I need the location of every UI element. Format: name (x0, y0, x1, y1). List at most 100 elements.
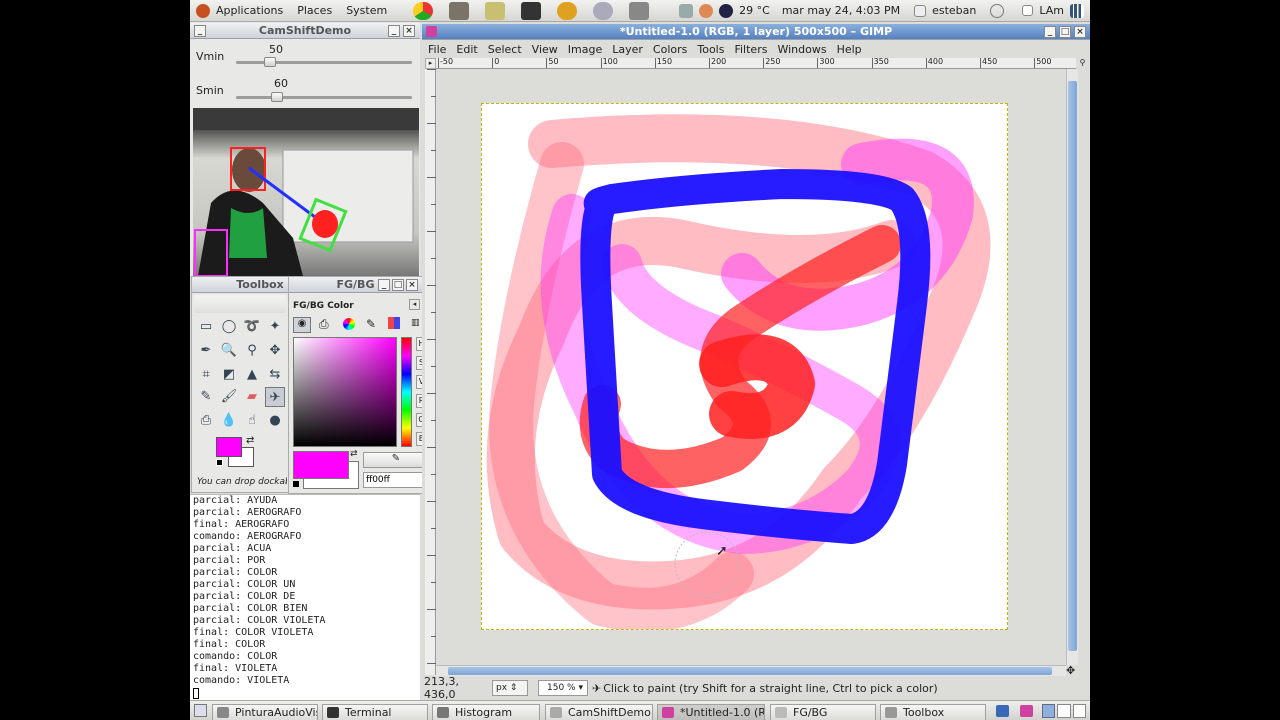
toolbox-titlebar[interactable]: Toolbox (192, 277, 288, 293)
maximize-button[interactable]: □ (1059, 26, 1071, 38)
close-button[interactable]: × (1074, 26, 1086, 38)
smin-slider-handle[interactable] (271, 92, 284, 102)
gimp-titlebar[interactable]: *Untitled-1.0 (RGB, 1 layer) 500x500 – G… (422, 24, 1090, 40)
dodge-tool-icon[interactable]: ● (265, 411, 285, 431)
swap-colors-icon[interactable]: ⇄ (246, 435, 254, 446)
minimize-button[interactable]: _ (378, 279, 390, 291)
menu-layer[interactable]: Layer (612, 43, 643, 56)
headphones-launcher-icon[interactable] (557, 1, 578, 20)
airbrush-tool-icon[interactable]: ✈ (265, 387, 285, 407)
terminal-launcher-icon[interactable] (521, 1, 542, 20)
user-name[interactable]: esteban (932, 4, 976, 17)
zoom-tool-icon[interactable]: 🔍 (219, 341, 239, 361)
blur-tool-icon[interactable]: 💧 (219, 411, 239, 431)
keyboard-layout[interactable]: LAm (1039, 4, 1064, 17)
palette-selector-icon[interactable] (388, 317, 400, 329)
horizontal-ruler[interactable]: -50 0 50 100 150 200 250 300 350 400 450 500 (436, 58, 1076, 69)
menu-select[interactable]: Select (488, 43, 522, 56)
folder-icon[interactable] (679, 3, 694, 18)
chrome-launcher-icon[interactable] (413, 1, 434, 20)
color-picker-tool-icon[interactable]: ✒ (196, 341, 216, 361)
fg-swatch[interactable] (293, 451, 349, 479)
image-canvas[interactable] (481, 103, 1008, 630)
minimize-button[interactable]: _ (1044, 26, 1056, 38)
taskbar-item[interactable]: Toolbox (880, 704, 986, 720)
gimp-selector-icon[interactable]: ◉ (293, 317, 311, 333)
panel-menu-icon[interactable]: ◂ (409, 299, 420, 310)
terminal-output[interactable]: parcial: AYUDA parcial: AEROGRAFO final: A… (190, 494, 420, 700)
menu-help[interactable]: Help (837, 43, 862, 56)
scales-selector-icon[interactable]: ✎ (366, 317, 376, 331)
ellipse-select-tool-icon[interactable]: ◯ (219, 317, 239, 337)
measure-tool-icon[interactable]: ⚲ (242, 341, 262, 361)
menu-view[interactable]: View (532, 43, 558, 56)
foot-icon[interactable] (196, 3, 210, 18)
sv-color-area[interactable] (293, 337, 397, 447)
menu-colors[interactable]: Colors (653, 43, 687, 56)
horizontal-scrollbar[interactable] (436, 665, 1066, 676)
default-colors-icon[interactable] (216, 459, 223, 466)
maximize-button[interactable]: □ (392, 279, 404, 291)
gimp-launcher-icon[interactable] (449, 1, 470, 20)
flip-tool-icon[interactable]: ⇆ (265, 365, 285, 385)
minimize-button-2[interactable]: _ (388, 25, 400, 37)
taskbar-item[interactable]: PinturaAudioVis... (212, 704, 318, 720)
update-icon[interactable] (699, 3, 714, 18)
swap-icon[interactable]: ⇄ (350, 449, 358, 459)
system-menu[interactable]: System (346, 4, 387, 17)
taskbar-item[interactable]: Histogram (432, 704, 540, 720)
hue-strip[interactable] (401, 337, 412, 447)
smudge-tool-icon[interactable]: ☝ (242, 411, 262, 431)
navigate-icon[interactable]: ⚲ (1077, 58, 1088, 69)
show-desktop-icon[interactable] (194, 704, 207, 717)
close-button[interactable]: × (403, 25, 415, 37)
smin-slider-track[interactable] (236, 96, 412, 99)
color-history-button[interactable]: ✎ (363, 452, 429, 468)
power-icon[interactable] (990, 3, 1005, 18)
weather-text[interactable]: 29 °C (739, 4, 770, 17)
rotate-tool-icon[interactable]: ◩ (219, 365, 239, 385)
taskbar-item[interactable]: FG/BG (770, 704, 876, 720)
pencil-tool-icon[interactable]: ✎ (196, 387, 216, 407)
workspace-switcher[interactable] (1042, 704, 1086, 718)
taskbar-item[interactable]: Terminal (322, 704, 428, 720)
zoom-select[interactable]: 150 % ▾ (538, 680, 588, 696)
wheel-selector-icon[interactable] (343, 318, 355, 330)
camshift-titlebar[interactable]: CamShiftDemo _ _ × (190, 23, 420, 39)
rect-select-tool-icon[interactable]: ▭ (196, 317, 216, 337)
vmin-slider-handle[interactable] (264, 57, 277, 67)
menu-file[interactable]: File (428, 43, 446, 56)
fgbg-titlebar[interactable]: FG/BG _ □ × (289, 277, 422, 293)
reset-colors-icon[interactable] (293, 481, 299, 487)
menu-image[interactable]: Image (568, 43, 602, 56)
menu-edit[interactable]: Edit (456, 43, 477, 56)
workspace-icon[interactable] (996, 705, 1009, 717)
vertical-scrollbar-thumb[interactable] (1068, 81, 1077, 651)
taskbar-item[interactable]: *Untitled-1.0 (R... (657, 704, 765, 720)
ruler-corner[interactable]: ▸ (425, 58, 436, 69)
vmin-slider-track[interactable] (236, 61, 412, 64)
move-tool-icon[interactable]: ✥ (265, 341, 285, 361)
fuzzy-select-tool-icon[interactable]: ✦ (265, 317, 285, 337)
fg-color-swatch[interactable] (216, 437, 242, 457)
vertical-ruler[interactable] (425, 69, 436, 675)
crop-tool-icon[interactable]: ⌗ (196, 365, 216, 385)
cmyk-selector-icon[interactable]: ⎙ (319, 317, 329, 332)
vertical-scrollbar[interactable] (1066, 69, 1078, 665)
checkbox-icon[interactable] (1022, 5, 1034, 16)
canvas-viewport[interactable]: ➚ (436, 69, 1066, 665)
horizontal-scrollbar-thumb[interactable] (448, 667, 1052, 675)
hex-input[interactable] (363, 472, 429, 488)
places-menu[interactable]: Places (297, 4, 332, 17)
applications-menu[interactable]: Applications (216, 4, 283, 17)
taskbar-item[interactable]: CamShiftDemo (545, 704, 653, 720)
paintbrush-tool-icon[interactable]: 🖌 (219, 387, 239, 407)
gimp-tray-icon[interactable] (1020, 705, 1033, 717)
minimize-button[interactable]: _ (194, 25, 206, 37)
perspective-tool-icon[interactable]: ▲ (242, 365, 262, 385)
eraser-tool-icon[interactable]: ▰ (242, 387, 262, 407)
watercolor-selector-icon[interactable]: ▥ (411, 318, 420, 328)
zoom-fit-icon[interactable]: ✥ (1066, 664, 1075, 677)
mixer-launcher-icon[interactable] (629, 1, 650, 20)
unit-select[interactable]: px ⇕ (492, 680, 528, 696)
